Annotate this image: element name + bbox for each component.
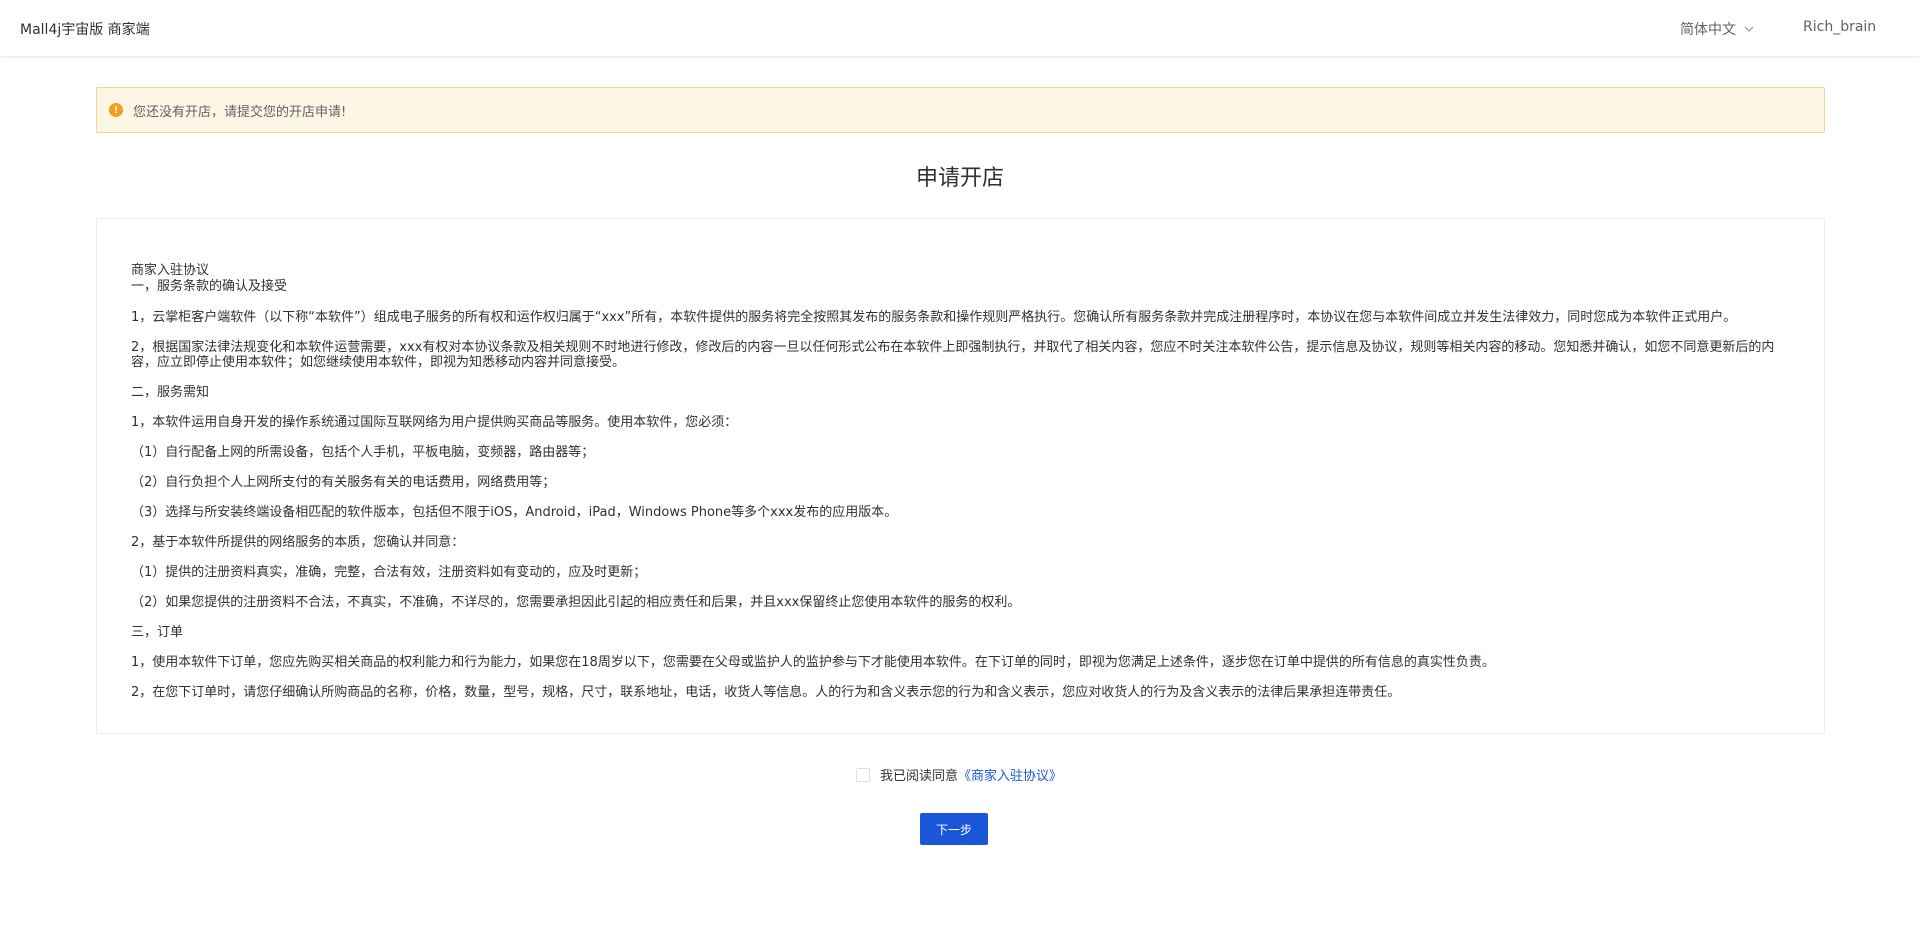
agreement-title: 商家入驻协议	[131, 263, 210, 278]
section-heading: 二，服务需知	[131, 385, 210, 400]
brand-title: Mall4j宇宙版 商家端	[20, 22, 150, 38]
warning-icon: !	[109, 103, 123, 117]
agree-terms-row: 我已阅读同意 《商家入驻协议》	[0, 765, 1920, 784]
agreement-content: 商家入驻协议 一，服务条款的确认及接受 1，云掌柜客户端软件（以下称“本软件”）…	[131, 263, 1791, 715]
section-heading: 一，服务条款的确认及接受	[131, 279, 288, 294]
agreement-paragraph: 2，根据国家法律法规变化和本软件运营需要，xxx有权对本协议条款及相关规则不时地…	[131, 340, 1775, 370]
language-label: 简体中文	[1680, 22, 1736, 38]
user-menu[interactable]: Rich_brain	[1803, 19, 1876, 35]
no-shop-warning-alert: ! 您还没有开店，请提交您的开店申请!	[96, 87, 1825, 133]
agree-label[interactable]: 我已阅读同意	[880, 765, 958, 784]
agreement-paragraph: （2）自行负担个人上网所支付的有关服务有关的电话费用，网络费用等；	[131, 475, 556, 490]
agreement-paragraph: 1，云掌柜客户端软件（以下称“本软件”）组成电子服务的所有权和运作权归属于“xx…	[131, 310, 1737, 325]
next-step-button[interactable]: 下一步	[920, 813, 988, 845]
agreement-paragraph: 2，基于本软件所提供的网络服务的本质，您确认并同意：	[131, 535, 465, 550]
language-selector[interactable]: 简体中文	[1680, 19, 1756, 39]
agreement-scroll-area[interactable]: 商家入驻协议 一，服务条款的确认及接受 1，云掌柜客户端软件（以下称“本软件”）…	[96, 218, 1825, 734]
agree-checkbox[interactable]	[855, 767, 870, 782]
chevron-down-icon	[1744, 26, 1754, 32]
agreement-paragraph: （3）选择与所安装终端设备相匹配的软件版本，包括但不限于iOS，Android，…	[131, 505, 898, 520]
top-navbar: Mall4j宇宙版 商家端 简体中文 Rich_brain	[0, 0, 1920, 57]
page-title: 申请开店	[915, 166, 1004, 191]
agreement-paragraph: 1，使用本软件下订单，您应先购买相关商品的权利能力和行为能力，如果您在18周岁以…	[131, 655, 1495, 670]
agreement-paragraph: （1）提供的注册资料真实，准确，完整，合法有效，注册资料如有变动的，应及时更新；	[131, 565, 647, 580]
agreement-paragraph: （2）如果您提供的注册资料不合法，不真实，不准确，不详尽的，您需要承担因此引起的…	[131, 595, 1021, 610]
agreement-paragraph: 1，本软件运用自身开发的操作系统通过国际互联网络为用户提供购买商品等服务。使用本…	[131, 415, 738, 430]
agreement-paragraph: （1）自行配备上网的所需设备，包括个人手机，平板电脑，变频器，路由器等；	[131, 445, 595, 460]
agreement-paragraph: 2，在您下订单时，请您仔细确认所购商品的名称，价格，数量，型号，规格，尺寸，联系…	[131, 685, 1401, 700]
alert-text: 您还没有开店，请提交您的开店申请!	[133, 104, 347, 120]
section-heading: 三，订单	[131, 625, 184, 640]
agreement-link[interactable]: 《商家入驻协议》	[958, 765, 1062, 784]
